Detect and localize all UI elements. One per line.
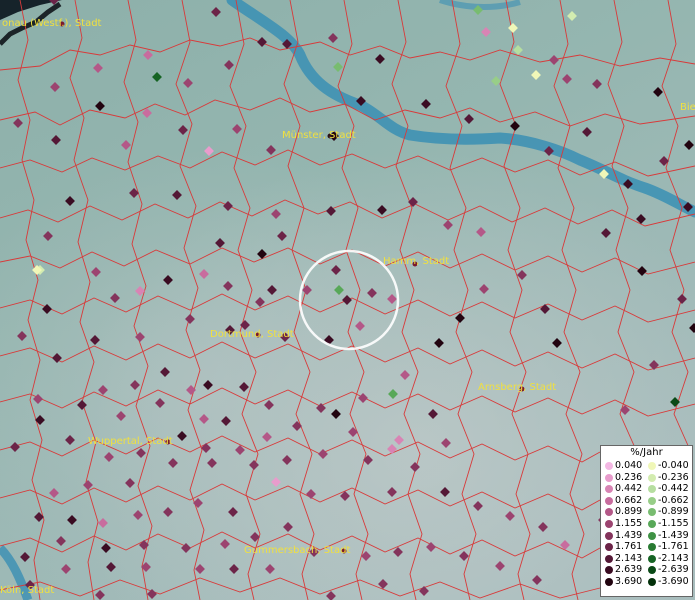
legend-swatch-negative (648, 462, 656, 470)
legend-value-negative: -0.040 (658, 460, 689, 471)
city-label-arnsberg[interactable]: Arnsberg, Stadt (478, 382, 556, 393)
legend-swatch-negative (648, 496, 656, 505)
legend-title: %/Jahr (630, 447, 663, 458)
legend-value-negative: -0.236 (658, 471, 689, 483)
legend-value-positive: 1.439 (615, 529, 643, 541)
city-label-borken[interactable]: onau (Westf.), Stadt (2, 18, 102, 29)
legend-swatch-negative (648, 543, 656, 552)
legend-value-negative: -1.155 (658, 517, 689, 529)
legend-swatch-positive (605, 496, 613, 505)
legend-value-negative: -3.690 (658, 575, 689, 587)
legend-rows: 0.040 -0.040 0.236 -0.236 0.442 -0.442 0.662 -0… (601, 460, 692, 588)
city-label-bielefeld[interactable]: Bie (680, 102, 695, 113)
legend-swatch-positive (605, 554, 613, 563)
legend-swatch-positive (605, 462, 613, 470)
legend-value-negative: -0.442 (658, 483, 689, 495)
legend-swatch-negative (648, 508, 656, 517)
legend-value-positive: 0.040 (615, 460, 643, 471)
legend-value-negative: -2.143 (658, 552, 689, 564)
legend-swatch-positive (605, 508, 613, 517)
city-label-wuppertal[interactable]: Wuppertal, Stadt (88, 436, 173, 447)
legend-row: 0.899 -0.899 (601, 506, 692, 518)
city-label-dortmund[interactable]: Dortmund, Stadt (210, 329, 294, 340)
legend-row: 1.155 -1.155 (601, 518, 692, 530)
legend-swatch-negative (648, 566, 656, 575)
legend-row: 1.439 -1.439 (601, 530, 692, 542)
legend-row: 0.040 -0.040 (601, 460, 692, 472)
legend-swatch-negative (648, 577, 656, 586)
legend-row: 0.442 -0.442 (601, 483, 692, 495)
legend-swatch-positive (605, 485, 613, 494)
legend-swatch-positive (605, 531, 613, 540)
city-label-gummersbach[interactable]: Gummersbach, Stadt (244, 545, 350, 556)
legend-value-negative: -0.899 (658, 506, 689, 518)
legend-value-positive: 1.155 (615, 517, 643, 529)
legend-value-positive: 3.690 (615, 575, 643, 587)
legend-swatch-negative (648, 485, 656, 494)
legend-row: 2.639 -2.639 (601, 564, 692, 576)
legend-swatch-positive (605, 519, 613, 528)
legend-value-negative: -2.639 (658, 564, 689, 576)
legend-value-positive: 0.899 (615, 506, 643, 518)
legend-swatch-negative (648, 519, 656, 528)
legend: %/Jahr 0.040 -0.040 0.236 -0.236 0.442 -0.442… (600, 445, 693, 597)
map-canvas[interactable]: onau (Westf.), Stadt Münster, Stadt Hamm… (0, 0, 695, 600)
legend-row: 0.662 -0.662 (601, 495, 692, 507)
legend-value-positive: 1.761 (615, 541, 643, 553)
legend-swatch-positive (605, 566, 613, 575)
city-label-hamm[interactable]: Hamm, Stadt (383, 256, 449, 267)
legend-swatch-negative (648, 473, 656, 482)
legend-value-negative: -0.662 (658, 494, 689, 506)
legend-value-positive: 0.662 (615, 494, 643, 506)
legend-swatch-positive (605, 473, 613, 482)
legend-swatch-negative (648, 531, 656, 540)
legend-value-positive: 0.442 (615, 483, 643, 495)
legend-value-positive: 0.236 (615, 471, 643, 483)
legend-row: 2.143 -2.143 (601, 553, 692, 565)
city-label-muenster[interactable]: Münster, Stadt (282, 130, 356, 141)
legend-row: 0.236 -0.236 (601, 472, 692, 484)
legend-row: 1.761 -1.761 (601, 541, 692, 553)
city-label-koeln[interactable]: Köln, Stadt (0, 585, 54, 596)
legend-swatch-positive (605, 577, 613, 586)
legend-value-negative: -1.761 (658, 541, 689, 553)
legend-swatch-negative (648, 554, 656, 563)
legend-value-positive: 2.143 (615, 552, 643, 564)
legend-value-negative: -1.439 (658, 529, 689, 541)
legend-value-positive: 2.639 (615, 564, 643, 576)
legend-row: 3.690 -3.690 (601, 576, 692, 588)
legend-swatch-positive (605, 543, 613, 552)
